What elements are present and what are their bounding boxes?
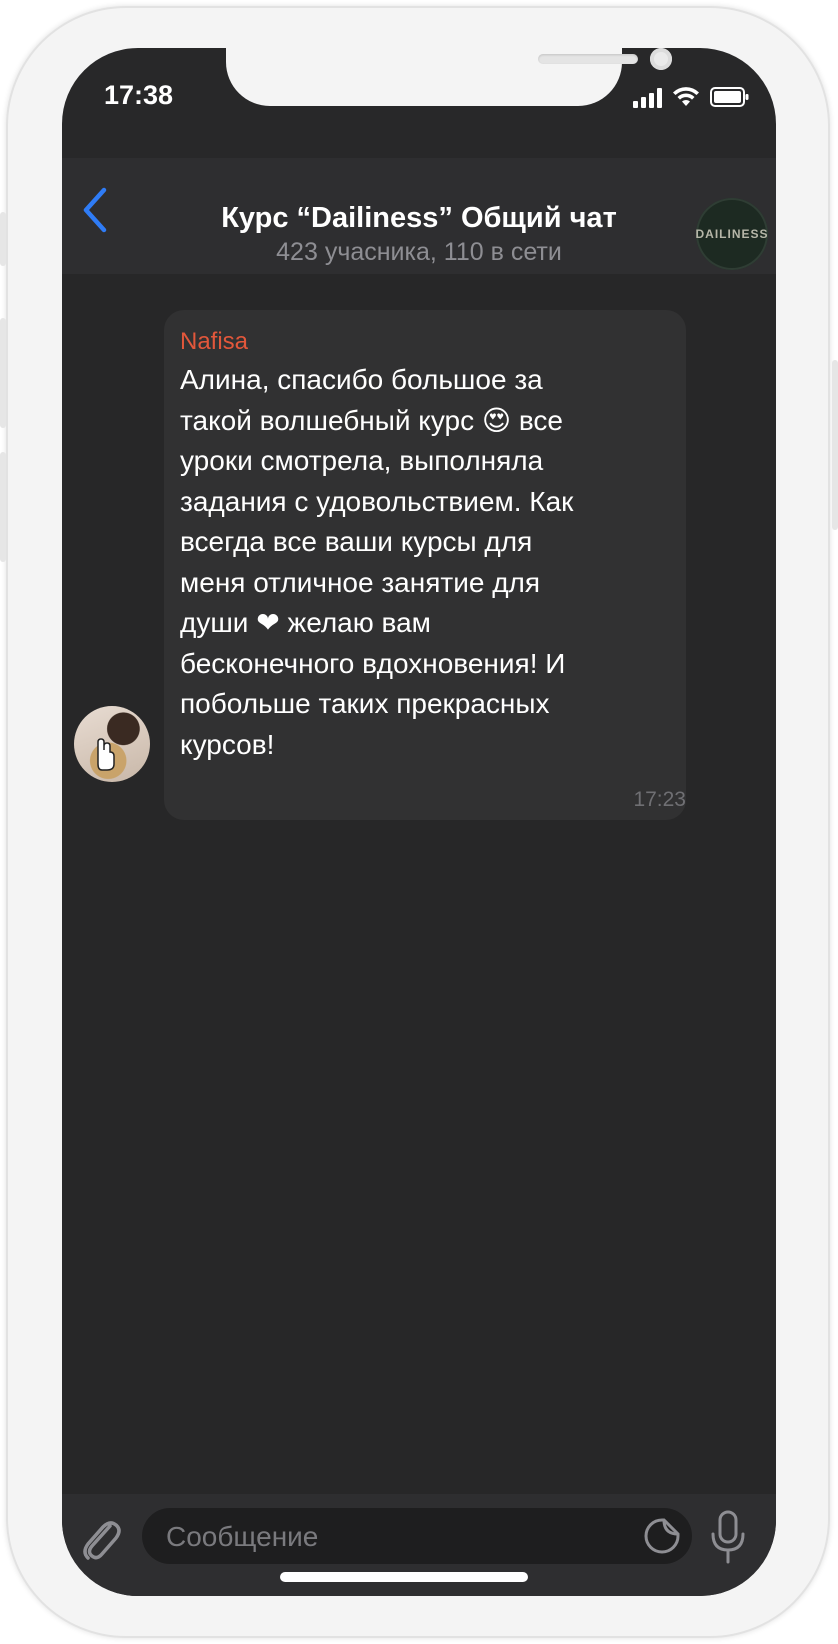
group-avatar[interactable]: DAILINESS [696,198,768,270]
message-input[interactable] [164,1508,608,1566]
sender-avatar[interactable] [74,706,150,782]
cellular-signal-icon [633,88,662,108]
paperclip-icon[interactable] [76,1510,124,1566]
volume-up-button [0,318,6,428]
chat-header: Курс “Dailiness” Общий чат 423 учасника,… [62,158,776,274]
message-bubble[interactable]: Nafisa Алина, спасибо большое за такой в… [164,310,686,820]
sender-name[interactable]: Nafisa [180,328,248,356]
microphone-icon[interactable] [708,1508,748,1566]
status-icons [633,86,750,108]
wifi-icon [673,87,699,106]
message-text: Алина, спасибо большое за такой волшебны… [180,364,574,760]
status-bar: 17:38 [62,48,776,158]
status-time: 17:38 [104,80,174,110]
message-list[interactable]: Nafisa Алина, спасибо большое за такой в… [62,274,776,1494]
message-time: 17:23 [633,788,686,811]
home-indicator[interactable] [280,1572,528,1582]
mute-switch [0,212,6,266]
battery-icon [710,87,749,107]
phone-screen: 17:38 Курс “Dailiness” Общий чат 423 уча… [62,48,776,1596]
power-button [832,360,838,530]
chat-subtitle: 423 учасника, 110 в сети [276,238,562,266]
volume-down-button [0,452,6,562]
sticker-icon[interactable] [642,1516,682,1556]
chat-title[interactable]: Курс “Dailiness” Общий чат [62,202,776,235]
group-avatar-logo: DAILINESS [695,227,769,241]
hand-cursor-icon [97,738,115,771]
message-input-container[interactable] [142,1508,692,1566]
